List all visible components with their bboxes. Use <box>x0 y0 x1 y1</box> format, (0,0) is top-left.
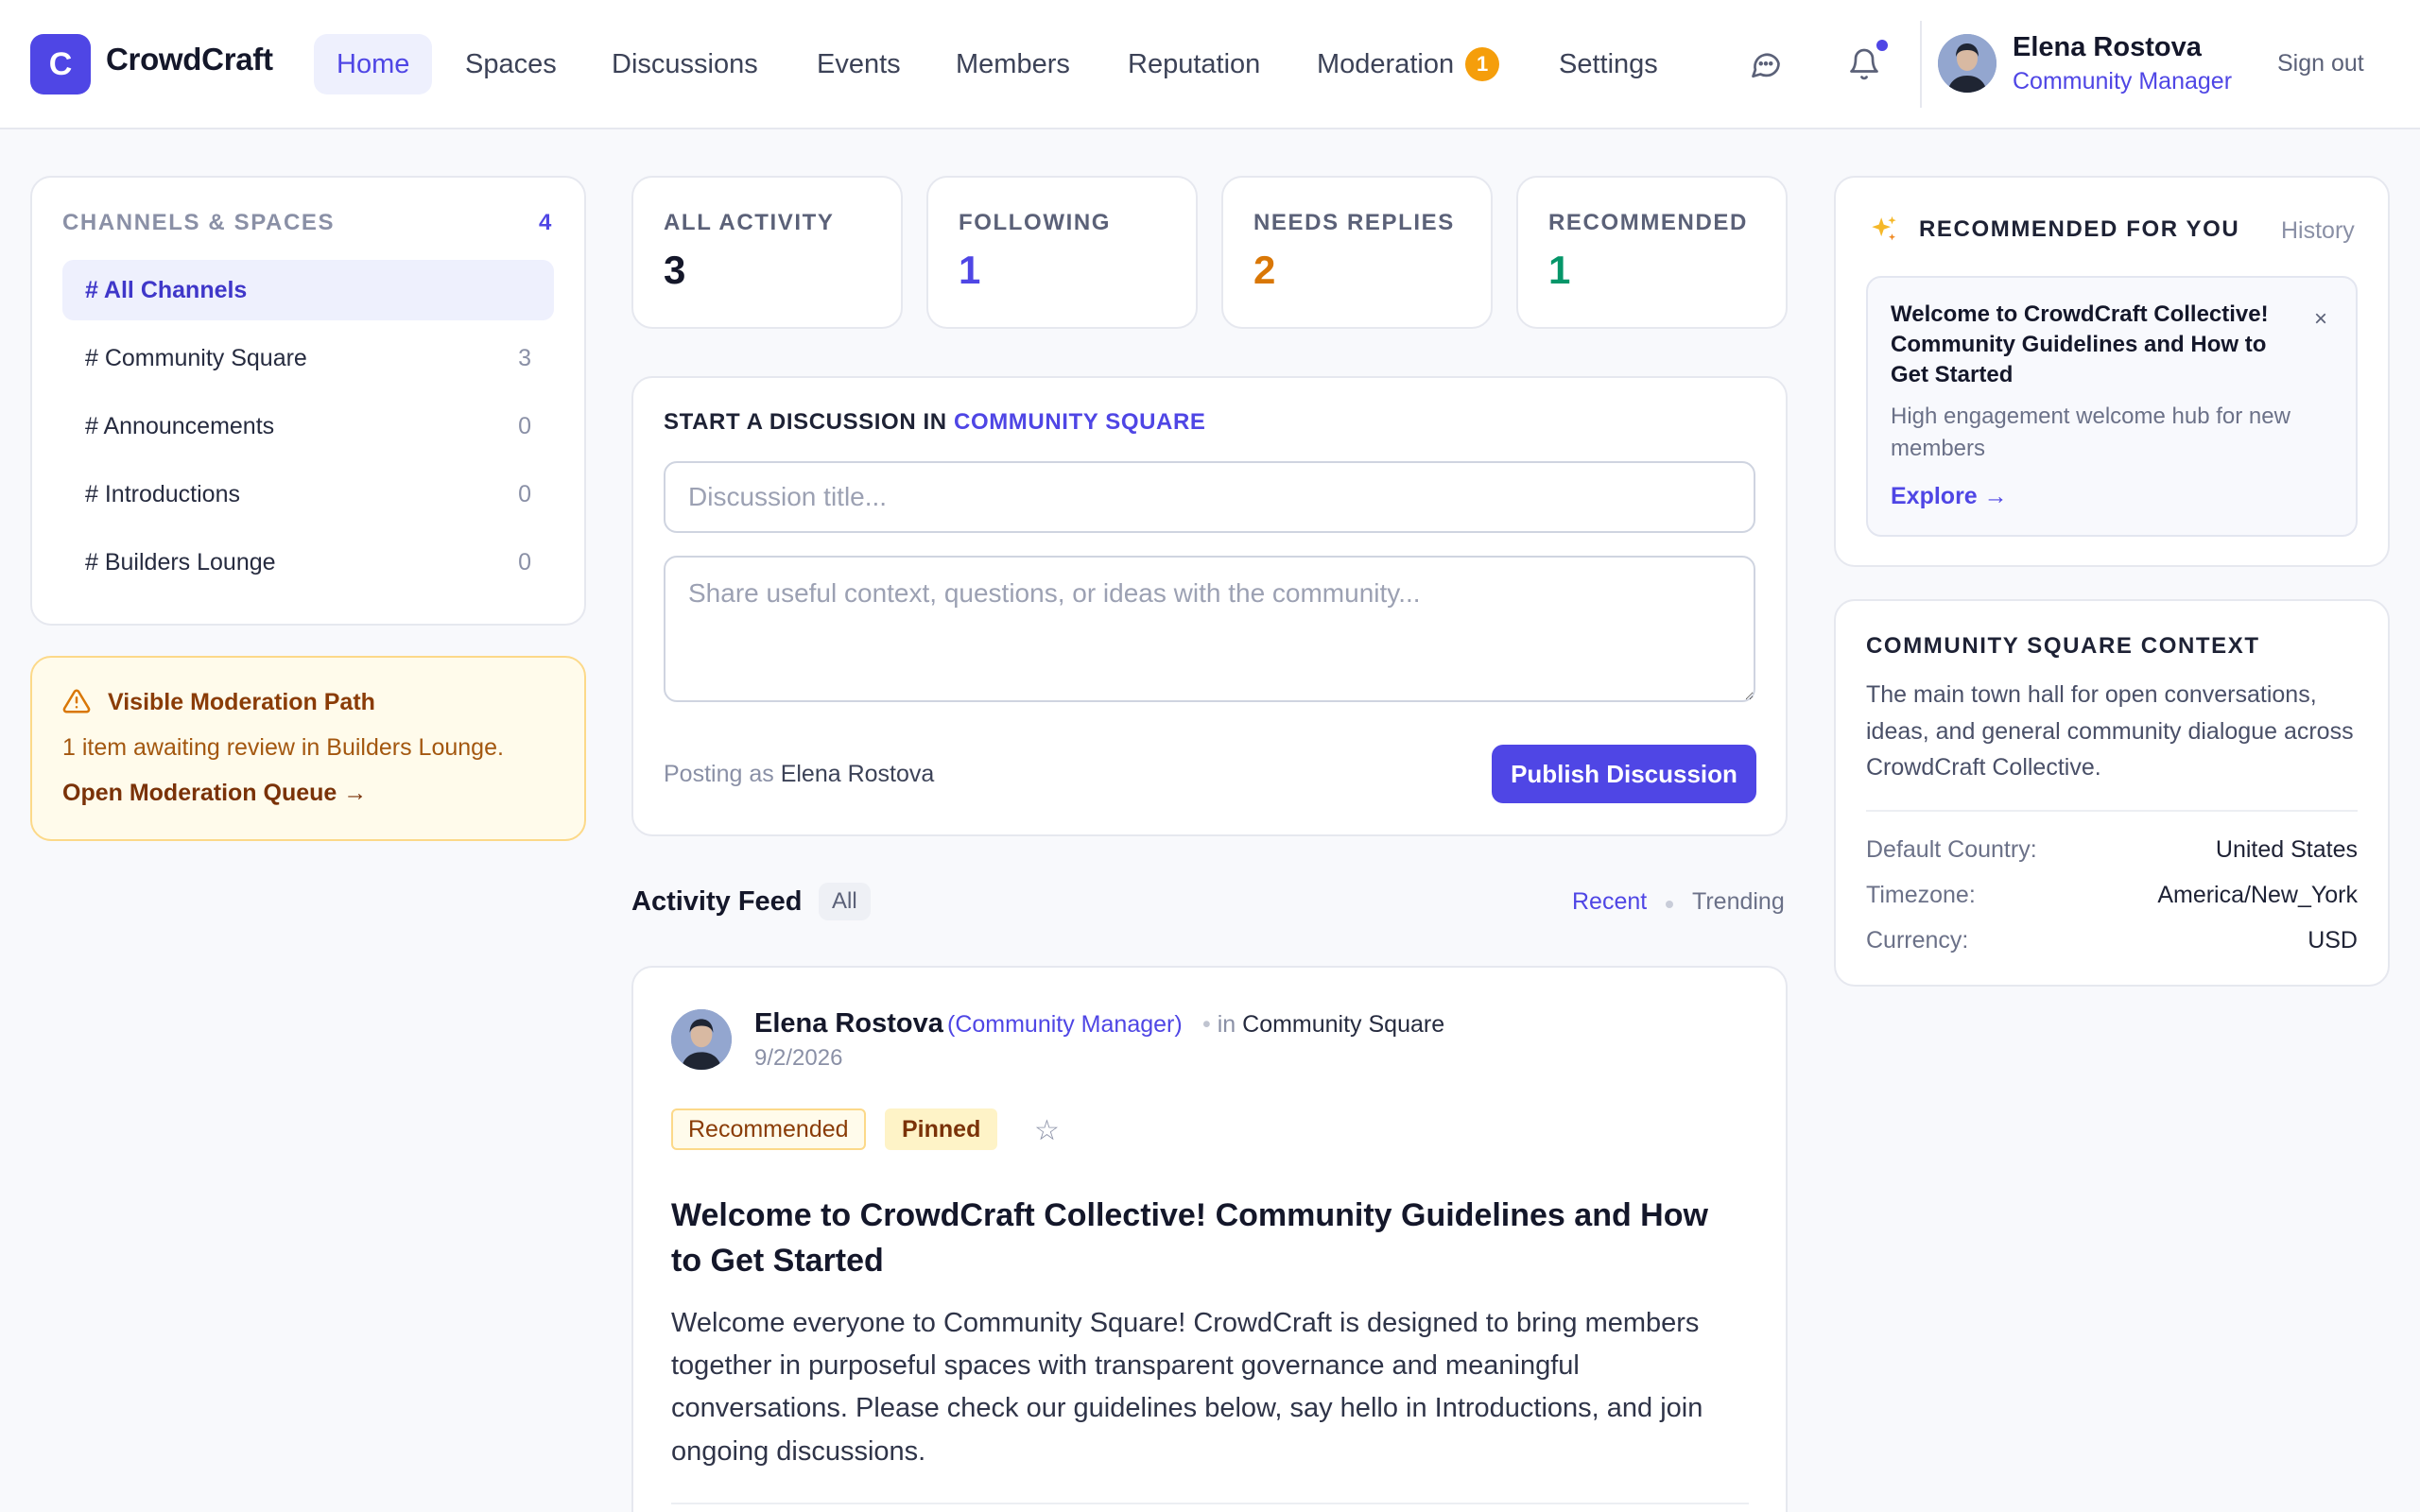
channel-introductions[interactable]: # Introductions 0 <box>62 464 554 524</box>
nav-moderation-label: Moderation <box>1317 48 1455 79</box>
recommended-tag: Recommended <box>671 1108 866 1150</box>
star-icon[interactable]: ☆ <box>1034 1114 1060 1147</box>
context-key: Currency: <box>1866 927 1969 954</box>
nav-reputation[interactable]: Reputation <box>1105 34 1283 94</box>
channel-label: # Community Square <box>85 344 307 371</box>
channel-all-channels[interactable]: # All Channels <box>62 260 554 320</box>
composer-heading-prefix: START A DISCUSSION IN <box>664 409 947 435</box>
post-divider <box>671 1503 1749 1504</box>
feed-filter-pill[interactable]: All <box>819 883 871 920</box>
moderation-notice-text: 1 item awaiting review in Builders Loung… <box>62 734 504 761</box>
top-navigation-bar: C CrowdCraft Home Spaces Discussions Eve… <box>0 0 2420 129</box>
brand-logo-icon[interactable]: C <box>30 34 91 94</box>
post-date: 9/2/2026 <box>754 1045 843 1071</box>
user-avatar[interactable] <box>1938 34 1996 93</box>
context-key: Timezone: <box>1866 882 1976 908</box>
nav-settings[interactable]: Settings <box>1536 34 1681 94</box>
discussion-title-input[interactable] <box>664 461 1755 533</box>
user-role: Community Manager <box>2013 68 2233 94</box>
nav-events[interactable]: Events <box>794 34 924 94</box>
user-name[interactable]: Elena Rostova <box>2013 32 2202 63</box>
stat-value: 3 <box>664 248 686 292</box>
context-row-timezone: Timezone: America/New_York <box>1866 882 2358 909</box>
space-context-title: COMMUNITY SQUARE CONTEXT <box>1866 633 2260 659</box>
moderation-notice-title: Visible Moderation Path <box>108 689 375 715</box>
nav-spaces[interactable]: Spaces <box>442 34 579 94</box>
channel-label: # All Channels <box>85 276 248 303</box>
context-value: USD <box>2308 927 2358 954</box>
nav-moderation[interactable]: Moderation 1 <box>1294 34 1522 94</box>
channel-announcements[interactable]: # Announcements 0 <box>62 396 554 456</box>
sort-recent-tab[interactable]: Recent <box>1572 888 1647 916</box>
channels-count: 4 <box>539 210 552 235</box>
warning-icon <box>62 687 91 715</box>
recommended-title: RECOMMENDED FOR YOU <box>1919 216 2240 242</box>
header-divider <box>1920 21 1922 108</box>
stat-label: RECOMMENDED <box>1548 210 1748 235</box>
recommended-item-title[interactable]: Welcome to CrowdCraft Collective! Commun… <box>1891 300 2297 390</box>
channel-builders-lounge[interactable]: # Builders Lounge 0 <box>62 532 554 593</box>
explore-link[interactable]: Explore → <box>1891 483 2008 510</box>
notification-dot <box>1875 38 1890 53</box>
post-author-avatar[interactable] <box>671 1009 732 1070</box>
chat-icon[interactable] <box>1747 45 1785 83</box>
sort-separator-dot <box>1666 901 1673 908</box>
channel-community-square[interactable]: # Community Square 3 <box>62 328 554 388</box>
space-context-description: The main town hall for open conversation… <box>1866 681 2354 781</box>
post-body: Welcome everyone to Community Square! Cr… <box>671 1308 1703 1467</box>
context-value: America/New_York <box>2157 882 2358 908</box>
pinned-tag: Pinned <box>885 1108 998 1150</box>
recommended-history-link[interactable]: History <box>2281 217 2355 245</box>
stat-label: ALL ACTIVITY <box>664 210 835 235</box>
nav-discussions[interactable]: Discussions <box>589 34 781 94</box>
context-value: United States <box>2215 836 2358 863</box>
channel-label: # Announcements <box>85 412 275 439</box>
sign-out-link[interactable]: Sign out <box>2277 50 2364 77</box>
composer-heading-space[interactable]: COMMUNITY SQUARE <box>954 409 1206 435</box>
moderation-count-badge: 1 <box>1465 47 1500 81</box>
composer-heading: START A DISCUSSION IN COMMUNITY SQUARE <box>664 409 1206 436</box>
channel-label: # Builders Lounge <box>85 548 276 576</box>
post-author-name[interactable]: Elena Rostova <box>754 1008 943 1040</box>
nav-members[interactable]: Members <box>933 34 1093 94</box>
space-context-divider <box>1866 810 2358 812</box>
post-in-label: in <box>1217 1011 1236 1038</box>
channel-count: 0 <box>518 480 531 507</box>
nav-home[interactable]: Home <box>314 34 433 94</box>
post-title[interactable]: Welcome to CrowdCraft Collective! Commun… <box>671 1193 1739 1284</box>
context-key: Default Country: <box>1866 836 2037 863</box>
channel-count: 3 <box>518 344 531 371</box>
context-row-country: Default Country: United States <box>1866 836 2358 864</box>
channels-title: CHANNELS & SPACES <box>62 210 336 235</box>
post-space-link[interactable]: Community Square <box>1242 1011 1444 1038</box>
sparkles-icon <box>1868 214 1900 246</box>
sort-trending-tab[interactable]: Trending <box>1692 888 1785 916</box>
posting-as: Posting as Elena Rostova <box>664 761 934 788</box>
discussion-body-textarea[interactable] <box>664 556 1755 702</box>
stat-value: 2 <box>1253 248 1276 292</box>
post-author-role: (Community Manager) <box>947 1011 1183 1038</box>
recommended-item-description: High engagement welcome hub for new memb… <box>1891 404 2290 461</box>
posting-as-name: Elena Rostova <box>780 761 935 787</box>
stat-value: 1 <box>959 248 981 292</box>
channel-label: # Introductions <box>85 480 240 507</box>
posting-as-label: Posting as <box>664 761 774 787</box>
open-moderation-queue-link[interactable]: Open Moderation Queue → <box>62 780 367 807</box>
stat-label: NEEDS REPLIES <box>1253 210 1455 235</box>
post-space-ref: • in Community Square <box>1202 1011 1445 1038</box>
stat-value: 1 <box>1548 248 1571 292</box>
channel-count: 0 <box>518 548 531 576</box>
close-icon[interactable]: × <box>2314 306 2327 333</box>
brand-name[interactable]: CrowdCraft <box>106 42 273 77</box>
activity-feed-title: Activity Feed <box>631 886 803 917</box>
channel-count: 0 <box>518 412 531 439</box>
context-row-currency: Currency: USD <box>1866 927 2358 954</box>
stat-label: FOLLOWING <box>959 210 1112 235</box>
publish-discussion-button[interactable]: Publish Discussion <box>1492 745 1756 803</box>
